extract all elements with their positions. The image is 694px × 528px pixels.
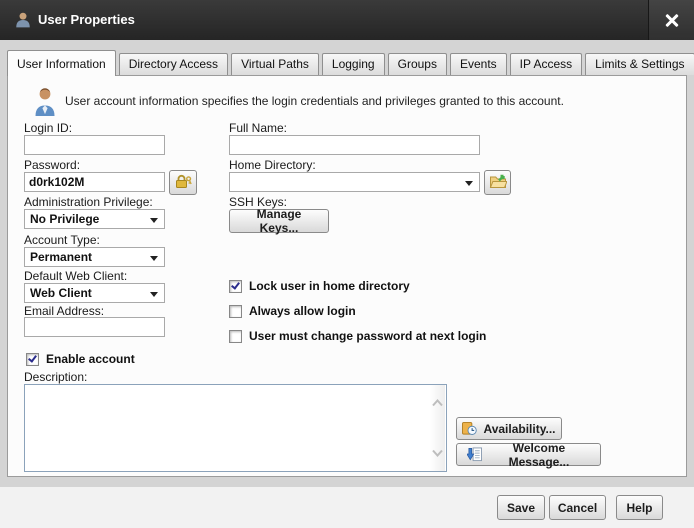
browse-home-directory-button[interactable]	[484, 170, 511, 195]
checkbox-box	[229, 330, 242, 343]
checkmark-icon	[231, 280, 240, 289]
tab-logging[interactable]: Logging	[322, 53, 385, 75]
tab-virtual-paths[interactable]: Virtual Paths	[231, 53, 319, 75]
browse-folder-icon	[489, 172, 507, 193]
admin-privilege-label: Administration Privilege:	[24, 195, 153, 209]
dialog-title: User Properties	[38, 0, 135, 40]
lock-key-icon	[174, 173, 192, 192]
change-password-label: User must change password at next login	[249, 329, 486, 343]
chevron-down-icon	[150, 256, 158, 261]
close-icon	[664, 12, 680, 28]
checkbox-box	[26, 353, 39, 366]
account-type-select[interactable]: Permanent	[24, 247, 165, 267]
tab-events[interactable]: Events	[450, 53, 507, 75]
full-name-label: Full Name:	[229, 121, 287, 135]
tab-panel-user-information: User account information specifies the l…	[7, 75, 687, 477]
enable-account-checkbox[interactable]: Enable account	[26, 352, 135, 366]
cancel-button[interactable]: Cancel	[549, 495, 606, 520]
tab-bar: User Information Directory Access Virtua…	[7, 50, 694, 76]
account-type-label: Account Type:	[24, 233, 100, 247]
description-scrollbar[interactable]	[430, 385, 445, 471]
account-type-value: Permanent	[30, 250, 92, 264]
home-directory-select[interactable]	[229, 172, 480, 192]
button-footer: Save Cancel Help	[0, 487, 694, 528]
checkbox-box	[229, 280, 242, 293]
welcome-message-button[interactable]: Welcome Message...	[456, 443, 601, 466]
home-directory-label: Home Directory:	[229, 158, 316, 172]
change-password-checkbox[interactable]: User must change password at next login	[229, 329, 486, 343]
lock-user-checkbox[interactable]: Lock user in home directory	[229, 279, 410, 293]
availability-icon	[462, 421, 477, 436]
login-id-input[interactable]	[24, 135, 165, 155]
email-address-label: Email Address:	[24, 304, 104, 318]
always-allow-login-checkbox[interactable]: Always allow login	[229, 304, 356, 318]
availability-button[interactable]: Availability...	[456, 417, 562, 440]
availability-button-label: Availability...	[483, 422, 555, 436]
info-banner-text: User account information specifies the l…	[65, 94, 665, 108]
scroll-down-icon[interactable]	[432, 449, 443, 457]
close-button[interactable]	[648, 0, 694, 40]
tab-ip-access[interactable]: IP Access	[510, 53, 582, 75]
user-icon	[14, 11, 32, 29]
user-properties-dialog: User Properties User Information Directo…	[0, 0, 694, 528]
default-web-client-label: Default Web Client:	[24, 269, 127, 283]
chevron-down-icon	[465, 181, 473, 186]
tab-limits-settings[interactable]: Limits & Settings	[585, 53, 694, 75]
tab-directory-access[interactable]: Directory Access	[119, 53, 228, 75]
generate-password-button[interactable]	[169, 170, 197, 195]
default-web-client-value: Web Client	[30, 286, 92, 300]
email-address-input[interactable]	[24, 317, 165, 337]
lock-user-label: Lock user in home directory	[249, 279, 410, 293]
description-textarea[interactable]	[24, 384, 447, 472]
admin-privilege-value: No Privilege	[30, 212, 99, 226]
login-id-label: Login ID:	[24, 121, 72, 135]
full-name-input[interactable]	[229, 135, 480, 155]
chevron-down-icon	[150, 292, 158, 297]
tab-user-information[interactable]: User Information	[7, 50, 116, 76]
checkbox-box	[229, 305, 242, 318]
password-input[interactable]	[24, 172, 165, 192]
tab-groups[interactable]: Groups	[388, 53, 447, 75]
welcome-message-button-label: Welcome Message...	[488, 441, 590, 469]
checkmark-icon	[28, 353, 37, 362]
admin-privilege-select[interactable]: No Privilege	[24, 209, 165, 229]
save-button[interactable]: Save	[497, 495, 545, 520]
user-account-icon	[34, 87, 56, 117]
description-label: Description:	[24, 370, 87, 384]
titlebar: User Properties	[0, 0, 694, 40]
chevron-down-icon	[150, 218, 158, 223]
default-web-client-select[interactable]: Web Client	[24, 283, 165, 303]
enable-account-label: Enable account	[46, 352, 135, 366]
help-button[interactable]: Help	[616, 495, 663, 520]
password-label: Password:	[24, 158, 80, 172]
always-allow-login-label: Always allow login	[249, 304, 356, 318]
manage-keys-button[interactable]: Manage Keys...	[229, 209, 329, 233]
scroll-up-icon[interactable]	[432, 399, 443, 407]
welcome-message-icon	[467, 447, 482, 462]
